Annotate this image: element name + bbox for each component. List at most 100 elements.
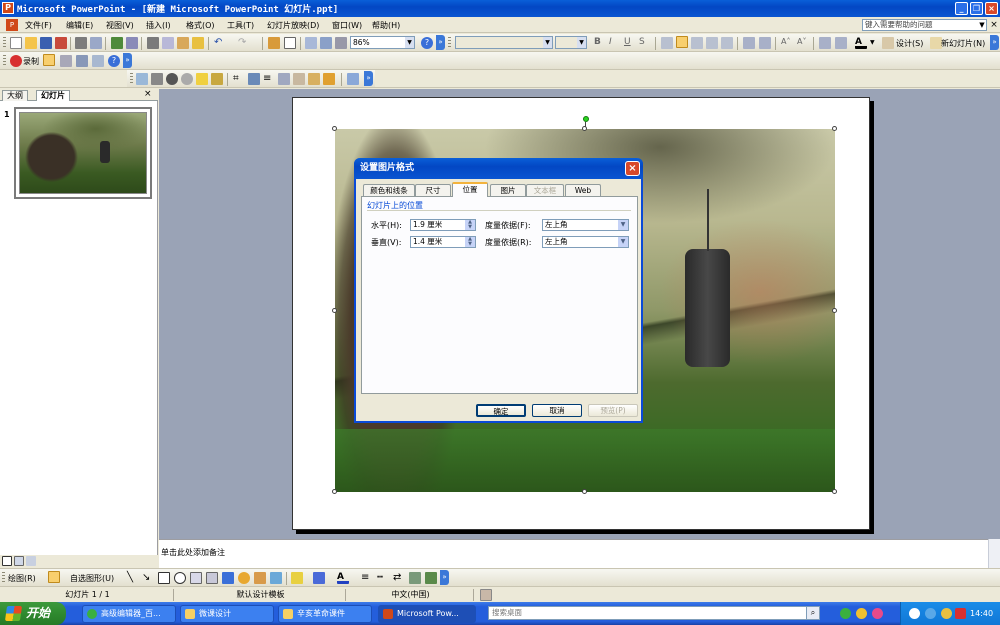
font-color-icon[interactable]: A bbox=[855, 37, 867, 49]
menu-window[interactable]: 窗口(W) bbox=[332, 20, 362, 31]
save-icon[interactable] bbox=[40, 37, 52, 49]
new-slide-button[interactable]: 新幻灯片(N) bbox=[941, 38, 985, 49]
document-icon[interactable]: P bbox=[6, 19, 18, 31]
minimize-button[interactable]: _ bbox=[955, 2, 968, 15]
record-button[interactable]: 录制 bbox=[23, 56, 39, 67]
underline-icon[interactable]: U bbox=[624, 37, 636, 49]
slide-sorter-icon[interactable] bbox=[14, 556, 24, 566]
select-objects-icon[interactable] bbox=[48, 571, 60, 583]
bold-icon[interactable]: B bbox=[594, 37, 606, 49]
notes-pane[interactable]: 单击此处添加备注 bbox=[159, 539, 1000, 568]
open-folder-icon[interactable] bbox=[25, 37, 37, 49]
grid-icon[interactable] bbox=[335, 37, 347, 49]
recolor-icon[interactable] bbox=[293, 73, 305, 85]
toolbar-options-icon[interactable]: » bbox=[990, 35, 999, 50]
distribute-icon[interactable] bbox=[721, 37, 733, 49]
autoshapes-button[interactable]: 自选图形(U) bbox=[70, 573, 114, 584]
taskbar-item-microlesson[interactable]: 微课设计 bbox=[180, 605, 274, 623]
dialog-title-bar[interactable]: 设置图片格式 bbox=[354, 158, 643, 179]
document-close-button[interactable]: × bbox=[989, 19, 999, 31]
tab-outline[interactable]: 大纲 bbox=[2, 90, 28, 101]
toolbar-grip[interactable] bbox=[3, 55, 6, 67]
qq-tray-icon[interactable] bbox=[909, 608, 920, 619]
picture-icon[interactable] bbox=[270, 572, 282, 584]
network-tray-icon[interactable] bbox=[925, 608, 936, 619]
menu-view[interactable]: 视图(V) bbox=[106, 20, 134, 31]
spinner-icon[interactable]: ▲ ▼ bbox=[465, 220, 475, 230]
taskbar-item-editor[interactable]: 高级编辑器_百... bbox=[82, 605, 176, 623]
menu-edit[interactable]: 编辑(E) bbox=[66, 20, 93, 31]
line-style-icon[interactable]: ≡ bbox=[361, 572, 373, 584]
slideshow-icon[interactable] bbox=[26, 556, 36, 566]
decrease-font-icon[interactable]: A˅ bbox=[797, 37, 809, 49]
less-brightness-icon[interactable] bbox=[211, 73, 223, 85]
justify-icon[interactable] bbox=[706, 37, 718, 49]
taskbar-item-courseware[interactable]: 辛亥革命课件 bbox=[278, 605, 372, 623]
reset-picture-icon[interactable] bbox=[347, 73, 359, 85]
arrow-icon[interactable]: ↘ bbox=[142, 572, 154, 584]
toolbar-grip[interactable] bbox=[130, 73, 133, 85]
print-icon[interactable] bbox=[75, 37, 87, 49]
insert-picture-icon[interactable] bbox=[136, 73, 148, 85]
tab-position[interactable]: 位置 bbox=[452, 182, 488, 197]
more-brightness-icon[interactable] bbox=[196, 73, 208, 85]
menu-tools[interactable]: 工具(T) bbox=[227, 20, 254, 31]
rotation-handle[interactable] bbox=[583, 116, 589, 122]
line-color-icon[interactable] bbox=[313, 572, 325, 584]
zoom-select[interactable]: 86% ▼ bbox=[350, 36, 415, 49]
diagram-icon[interactable] bbox=[238, 572, 250, 584]
start-button[interactable]: 开始 bbox=[0, 602, 66, 625]
3d-style-icon[interactable] bbox=[425, 572, 437, 584]
resize-handle[interactable] bbox=[332, 126, 337, 131]
close-button[interactable]: × bbox=[985, 2, 998, 15]
font-name-select[interactable]: ▼ bbox=[455, 36, 553, 49]
fill-color-icon[interactable] bbox=[291, 572, 303, 584]
redo-icon[interactable]: ↷ bbox=[238, 37, 250, 49]
toolbar-options-icon[interactable]: » bbox=[364, 71, 373, 86]
crop-icon[interactable]: ⌗ bbox=[233, 73, 245, 85]
menu-file[interactable]: 文件(F) bbox=[25, 20, 52, 31]
menu-insert[interactable]: 插入(I) bbox=[146, 20, 171, 31]
taskbar-item-powerpoint[interactable]: Microsoft Pow... bbox=[378, 605, 476, 623]
clipart-icon[interactable] bbox=[254, 572, 266, 584]
italic-icon[interactable]: I bbox=[609, 37, 621, 49]
record-icon[interactable] bbox=[10, 55, 22, 67]
toolbar-grip[interactable] bbox=[2, 572, 5, 584]
numbering-icon[interactable] bbox=[743, 37, 755, 49]
resize-handle[interactable] bbox=[582, 489, 587, 494]
set-transparent-icon[interactable] bbox=[323, 73, 335, 85]
font-size-select[interactable]: ▼ bbox=[555, 36, 587, 49]
color-icon[interactable] bbox=[151, 73, 163, 85]
format-painter-icon[interactable] bbox=[192, 37, 204, 49]
chevron-down-icon[interactable]: ▼ bbox=[405, 37, 414, 48]
cut-icon[interactable] bbox=[147, 37, 159, 49]
wordart-icon[interactable] bbox=[222, 572, 234, 584]
toolbar-options-icon[interactable]: » bbox=[123, 53, 132, 68]
dash-style-icon[interactable]: ┅ bbox=[377, 572, 389, 584]
resize-handle[interactable] bbox=[582, 126, 587, 131]
maximize-button[interactable]: ❐ bbox=[970, 2, 983, 15]
resize-handle[interactable] bbox=[832, 126, 837, 131]
menu-slideshow[interactable]: 幻灯片放映(D) bbox=[267, 20, 319, 31]
help-icon[interactable]: ? bbox=[421, 37, 433, 49]
toolbar-grip[interactable] bbox=[448, 37, 451, 49]
close-icon[interactable]: × bbox=[144, 89, 152, 99]
arrow-style-icon[interactable]: ⇄ bbox=[393, 572, 405, 584]
align-center-icon[interactable] bbox=[676, 36, 688, 48]
toolbar-grip[interactable] bbox=[3, 37, 6, 49]
slide-thumbnail[interactable] bbox=[14, 107, 152, 199]
shadow-icon[interactable]: S bbox=[639, 37, 651, 49]
help-icon[interactable]: ? bbox=[108, 55, 120, 67]
increase-indent-icon[interactable] bbox=[835, 37, 847, 49]
horizontal-position-input[interactable]: 1.9 厘米 ▲ ▼ bbox=[410, 219, 476, 231]
bullets-icon[interactable] bbox=[759, 37, 771, 49]
pen-icon[interactable] bbox=[43, 54, 55, 66]
font-color-icon[interactable]: A bbox=[337, 572, 349, 584]
chevron-down-icon[interactable]: ▼ bbox=[543, 37, 552, 48]
more-contrast-icon[interactable] bbox=[166, 73, 178, 85]
chevron-down-icon[interactable]: ▼ bbox=[577, 37, 586, 48]
spinner-icon[interactable]: ▲ ▼ bbox=[465, 237, 475, 247]
toolbar-options-icon[interactable]: » bbox=[436, 35, 445, 50]
paste-icon[interactable] bbox=[177, 37, 189, 49]
print-preview-icon[interactable] bbox=[90, 37, 102, 49]
